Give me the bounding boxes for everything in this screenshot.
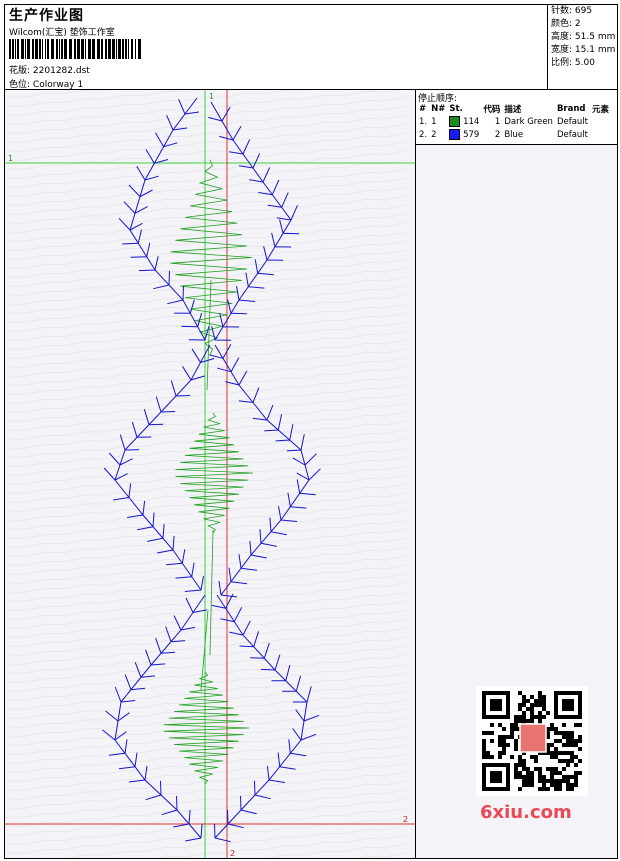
col-code: 代码 — [483, 104, 501, 115]
table-header-row: # N# St. 代码 描述 Brand 元素 — [417, 102, 611, 115]
file-label: 花版: — [9, 66, 31, 76]
col-brand: Brand — [556, 103, 586, 114]
seal-stamp — [519, 723, 547, 753]
marker-red-right: 2 — [403, 815, 408, 824]
col-needle: N# — [431, 103, 446, 114]
barcode — [9, 39, 141, 59]
marker-red-bottom: 2 — [230, 849, 235, 858]
marker-green-top: 1 — [209, 92, 214, 101]
watermark-site: 6xiu.com — [480, 802, 572, 823]
table-row: 1. 1 114 1 Dark Green Default — [419, 116, 589, 127]
col-index: # — [419, 103, 427, 114]
sheet-frame: 生产作业图 Wilcom(汇宝) 垫饰工作室 花版: 2201282.dst 色… — [4, 4, 618, 859]
marker-green-left: 1 — [8, 154, 13, 163]
header: 生产作业图 Wilcom(汇宝) 垫饰工作室 花版: 2201282.dst 色… — [5, 5, 617, 90]
design-canvas: 1 1 2 2 — [5, 90, 416, 858]
stat-width: 宽度: 15.1 mm — [551, 45, 616, 55]
stop-sequence-panel: 停止顺序: # N# St. 代码 描述 Brand 元素 1. 1 114 1… — [416, 90, 617, 858]
stat-colors: 颜色: 2 — [551, 19, 581, 29]
embroidery-preview: 1 1 2 2 — [5, 90, 415, 858]
color-swatch — [449, 116, 461, 127]
blue-herringbone-stitches — [102, 97, 321, 843]
stats-panel: 针数: 695 颜色: 2 高度: 51.5 mm 宽度: 15.1 mm 比例… — [547, 5, 617, 89]
page-title: 生产作业图 — [9, 8, 84, 24]
stop-sequence-header: 停止顺序: # N# St. 代码 描述 Brand 元素 1. 1 114 1… — [416, 90, 617, 145]
qr-code — [476, 686, 588, 796]
stat-height: 高度: 51.5 mm — [551, 32, 616, 42]
file-line: 花版: 2201282.dst — [9, 63, 90, 76]
colorway-line: 色位: Colorway 1 — [9, 77, 83, 90]
table-row: 2. 2 579 2 Blue Default — [419, 129, 589, 140]
company-name: Wilcom(汇宝) 垫饰工作室 — [9, 28, 115, 38]
stop-sequence-table: # N# St. 代码 描述 Brand 元素 1. 1 114 1 Dark … — [417, 102, 611, 141]
color-swatch — [449, 129, 461, 140]
col-element: 元素 — [592, 104, 610, 115]
col-stitches: St. — [449, 103, 463, 114]
col-description: 描述 — [504, 104, 522, 115]
colorway-label: 色位: — [9, 80, 31, 90]
file-name: 2201282.dst — [32, 66, 90, 76]
stat-scale: 比例: 5.00 — [551, 58, 595, 68]
stat-stitches: 针数: 695 — [551, 6, 593, 16]
colorway-name: Colorway 1 — [32, 80, 84, 90]
